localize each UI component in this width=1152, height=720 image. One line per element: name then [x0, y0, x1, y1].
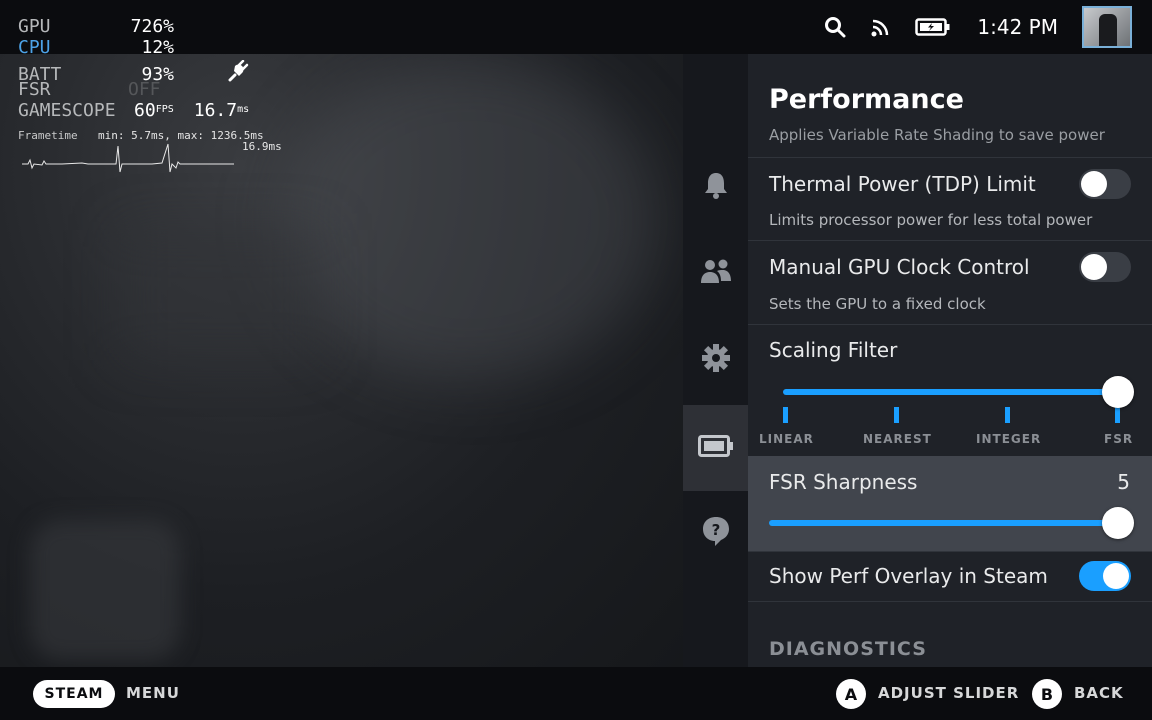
- overlay-row-cpu: CPU 12%: [18, 37, 288, 58]
- battery-charging-icon[interactable]: [915, 15, 951, 39]
- clock: 1:42 PM: [977, 15, 1058, 39]
- setting-description: Limits processor power for less total po…: [769, 211, 1093, 229]
- scaling-option-label[interactable]: INTEGER: [976, 432, 1041, 446]
- frametime-line-graph: [22, 143, 234, 173]
- overlay-value: OFF: [128, 79, 161, 100]
- setting-label: Thermal Power (TDP) Limit: [769, 172, 1036, 196]
- setting-tdp-limit[interactable]: Thermal Power (TDP) Limit Limits process…: [748, 158, 1152, 240]
- nav-item-settings[interactable]: [683, 331, 748, 389]
- divider: [748, 601, 1152, 602]
- overlay-row-gamescope: GAMESCOPE 60 FPS 16.7 ms: [18, 100, 288, 121]
- battery-icon: [697, 434, 734, 462]
- overlay-row-batt: BATT 93%: [18, 58, 288, 85]
- tdp-toggle[interactable]: [1079, 169, 1131, 199]
- ms-unit: ms: [237, 104, 250, 115]
- scaling-slider-knob[interactable]: [1102, 376, 1134, 408]
- scaling-tick: [1115, 407, 1120, 423]
- scaling-slider-track[interactable]: [783, 389, 1119, 395]
- perf-overlay: GPU 726% CPU 12% BATT 93% FSR OFF GAMESC…: [18, 16, 288, 182]
- scaling-option-label[interactable]: NEAREST: [863, 432, 932, 446]
- scaling-option-label[interactable]: FSR: [1104, 432, 1133, 446]
- fsr-slider-track[interactable]: [769, 520, 1119, 526]
- frametime-label: Frametime: [18, 129, 78, 142]
- adjust-slider-label: ADJUST SLIDER: [878, 684, 1020, 702]
- setting-label: Scaling Filter: [769, 338, 898, 362]
- overlay-label: GAMESCOPE: [18, 100, 116, 121]
- scaling-tick: [894, 407, 899, 423]
- steam-button[interactable]: STEAM: [33, 680, 115, 708]
- setting-gpu-clock[interactable]: Manual GPU Clock Control Sets the GPU to…: [748, 241, 1152, 324]
- fps-value: 60: [134, 100, 156, 121]
- fsr-sharpness-value: 5: [1117, 470, 1130, 494]
- setting-label: Show Perf Overlay in Steam: [769, 564, 1048, 588]
- section-header-diagnostics: DIAGNOSTICS: [769, 638, 927, 660]
- avatar[interactable]: [1082, 6, 1132, 48]
- frametime-graph: 16.9ms: [18, 140, 288, 182]
- fsr-slider-knob[interactable]: [1102, 507, 1134, 539]
- setting-description-vrs: Applies Variable Rate Shading to save po…: [769, 126, 1105, 144]
- overlay-row-gpu: GPU 726%: [18, 16, 288, 37]
- scaling-tick: [1005, 407, 1010, 423]
- bottom-bar: STEAM MENU A ADJUST SLIDER B BACK: [0, 667, 1152, 720]
- nav-item-notifications[interactable]: [683, 158, 748, 216]
- nav-item-performance[interactable]: [683, 405, 748, 491]
- ms-value: 16.7: [193, 100, 238, 121]
- frametime-current: 16.9ms: [242, 140, 282, 153]
- nav-item-help[interactable]: ?: [683, 504, 748, 562]
- overlay-value: 12%: [141, 37, 174, 58]
- b-button-icon[interactable]: B: [1032, 679, 1062, 709]
- setting-label: Manual GPU Clock Control: [769, 255, 1030, 279]
- back-label: BACK: [1074, 684, 1124, 702]
- overlay-label: GPU: [18, 16, 51, 37]
- friends-icon: [700, 258, 732, 288]
- gear-icon: [701, 343, 731, 377]
- perf-overlay-toggle[interactable]: [1079, 561, 1131, 591]
- menu-label: MENU: [126, 684, 180, 702]
- overlay-value: 726%: [130, 16, 174, 37]
- setting-description: Sets the GPU to a fixed clock: [769, 295, 986, 313]
- help-icon: ?: [701, 515, 731, 551]
- nav-item-friends[interactable]: [683, 244, 748, 302]
- setting-show-perf-overlay[interactable]: Show Perf Overlay in Steam: [748, 552, 1152, 601]
- bell-icon: [703, 170, 729, 204]
- setting-fsr-sharpness: FSR Sharpness 5: [748, 456, 1152, 551]
- scaling-tick: [783, 407, 788, 423]
- quick-access-nav: ?: [683, 54, 748, 667]
- performance-panel: Performance Applies Variable Rate Shadin…: [748, 54, 1152, 667]
- fps-unit: FPS: [155, 104, 174, 115]
- plug-icon: [226, 59, 250, 86]
- search-icon[interactable]: [823, 15, 847, 39]
- a-button-icon[interactable]: A: [836, 679, 866, 709]
- overlay-label: CPU: [18, 37, 51, 58]
- setting-scaling-filter: Scaling Filter LINEAR NEAREST INTEGER FS…: [748, 325, 1152, 456]
- overlay-label: FSR: [18, 79, 51, 100]
- setting-label: FSR Sharpness: [769, 470, 918, 494]
- scaling-option-label[interactable]: LINEAR: [759, 432, 814, 446]
- gpu-clock-toggle[interactable]: [1079, 252, 1131, 282]
- svg-text:?: ?: [711, 521, 720, 539]
- wifi-icon[interactable]: [869, 15, 893, 39]
- panel-title: Performance: [769, 84, 964, 115]
- frametime-stats: min: 5.7ms, max: 1236.5ms: [98, 129, 264, 142]
